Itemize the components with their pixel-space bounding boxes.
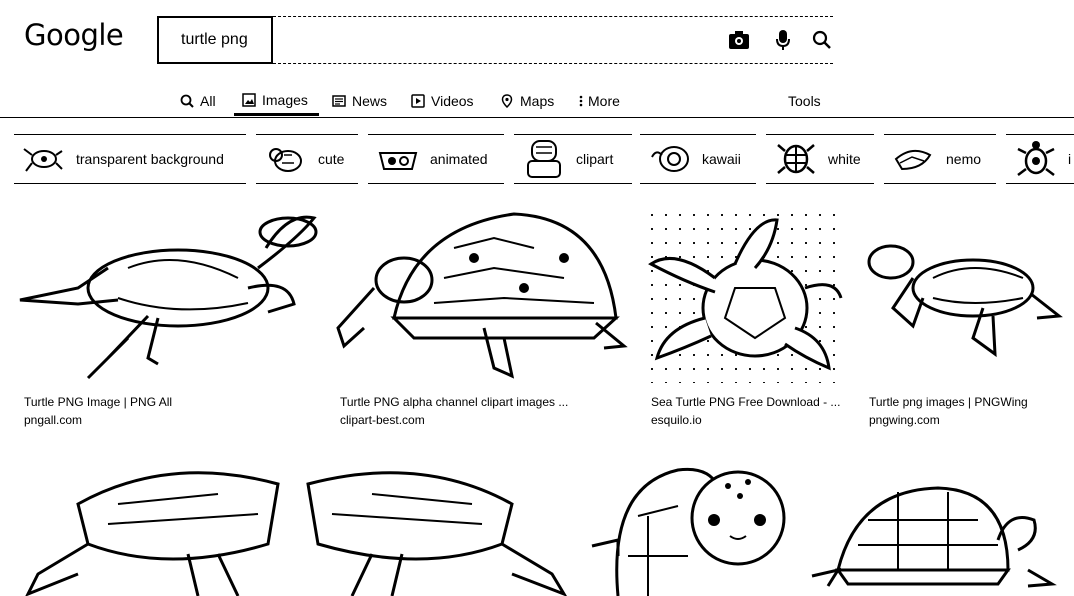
google-logo[interactable]: Google: [24, 18, 124, 52]
search-tabs: All Images News Videos Maps More Tools: [0, 80, 1074, 118]
image-result[interactable]: Turtle png images | PNGWing pngwing.com: [863, 208, 1063, 428]
chip-animated[interactable]: animated: [368, 134, 504, 184]
white-turtle-icon: [774, 137, 818, 181]
more-vert-icon: [579, 95, 583, 107]
result-source[interactable]: pngall.com: [24, 413, 82, 427]
tab-all[interactable]: All: [180, 86, 216, 116]
tab-label: All: [200, 93, 216, 109]
tab-more[interactable]: More: [578, 86, 620, 116]
box-turtle-image[interactable]: [334, 208, 629, 383]
result-source[interactable]: esquilo.io: [651, 413, 702, 427]
kawaii-turtle-image[interactable]: [588, 456, 794, 596]
image-result[interactable]: [302, 464, 574, 596]
pin-icon: [501, 94, 513, 108]
tab-label: Maps: [520, 93, 555, 109]
header: Google turtle png: [0, 0, 1074, 70]
chip-label: kawaii: [702, 151, 741, 167]
clipart-turtle-icon: [522, 137, 566, 181]
sea-turtle-transparent-image[interactable]: [645, 208, 847, 383]
result-title[interactable]: Turtle PNG alpha channel clipart images …: [340, 395, 568, 409]
chip-kawaii[interactable]: kawaii: [640, 134, 756, 184]
search-input[interactable]: turtle png: [157, 16, 273, 64]
animated-turtle-icon: [376, 137, 420, 181]
turtle-icon: [1014, 137, 1058, 181]
tab-label: More: [588, 93, 620, 109]
sea-turtle-image[interactable]: [18, 208, 318, 383]
image-result[interactable]: [18, 464, 283, 596]
box-turtle-walking-image[interactable]: [808, 480, 1058, 596]
news-icon: [332, 95, 346, 107]
search-query: turtle png: [181, 31, 248, 48]
result-title[interactable]: Turtle png images | PNGWing: [869, 395, 1028, 409]
chip-label: clipart: [576, 151, 614, 167]
chip-partial[interactable]: i: [1006, 134, 1074, 184]
chip-nemo[interactable]: nemo: [884, 134, 996, 184]
image-icon: [242, 92, 256, 107]
sea-turtle-mirrored-image[interactable]: [302, 464, 574, 596]
camera-icon[interactable]: [727, 28, 751, 52]
tools-button[interactable]: Tools: [788, 86, 821, 116]
related-searches-chips: transparent background cute animated cli…: [0, 132, 1074, 186]
chip-label: i: [1068, 151, 1072, 167]
sea-turtle-image[interactable]: [18, 464, 283, 596]
cute-turtle-icon: [264, 137, 308, 181]
image-result[interactable]: [588, 456, 794, 596]
tab-label: News: [352, 93, 388, 109]
chip-label: nemo: [946, 151, 982, 167]
image-result[interactable]: Turtle PNG Image | PNG All pngall.com: [18, 208, 318, 428]
chip-label: white: [828, 151, 861, 167]
chip-label: cute: [318, 151, 345, 167]
tools-label: Tools: [788, 93, 821, 109]
image-result[interactable]: Sea Turtle PNG Free Download - ... esqui…: [645, 208, 847, 428]
result-source[interactable]: clipart-best.com: [340, 413, 425, 427]
result-title[interactable]: Sea Turtle PNG Free Download - ...: [651, 395, 840, 409]
turtle-thumbnail-icon: [22, 137, 66, 181]
image-result[interactable]: Turtle PNG alpha channel clipart images …: [334, 208, 629, 428]
result-title[interactable]: Turtle PNG Image | PNG All: [24, 395, 172, 409]
search-icon[interactable]: [810, 28, 834, 52]
search-icon: [180, 94, 194, 108]
tab-label: Videos: [431, 93, 474, 109]
result-source[interactable]: pngwing.com: [869, 413, 940, 427]
kawaii-turtle-icon: [648, 137, 692, 181]
chip-cute[interactable]: cute: [256, 134, 358, 184]
chip-transparent-background[interactable]: transparent background: [14, 134, 246, 184]
tab-videos[interactable]: Videos: [411, 86, 474, 116]
tab-maps[interactable]: Maps: [500, 86, 554, 116]
tab-images[interactable]: Images: [234, 86, 319, 116]
chip-clipart[interactable]: clipart: [514, 134, 632, 184]
mic-icon[interactable]: [771, 28, 795, 52]
chip-label: transparent background: [76, 151, 224, 167]
tab-news[interactable]: News: [332, 86, 387, 116]
swimming-turtle-image[interactable]: [863, 208, 1063, 383]
chip-label: animated: [430, 151, 488, 167]
nemo-turtle-icon: [892, 137, 936, 181]
tab-label: Images: [262, 91, 308, 108]
image-result[interactable]: [808, 480, 1058, 596]
chip-white[interactable]: white: [766, 134, 874, 184]
play-icon: [411, 94, 425, 108]
